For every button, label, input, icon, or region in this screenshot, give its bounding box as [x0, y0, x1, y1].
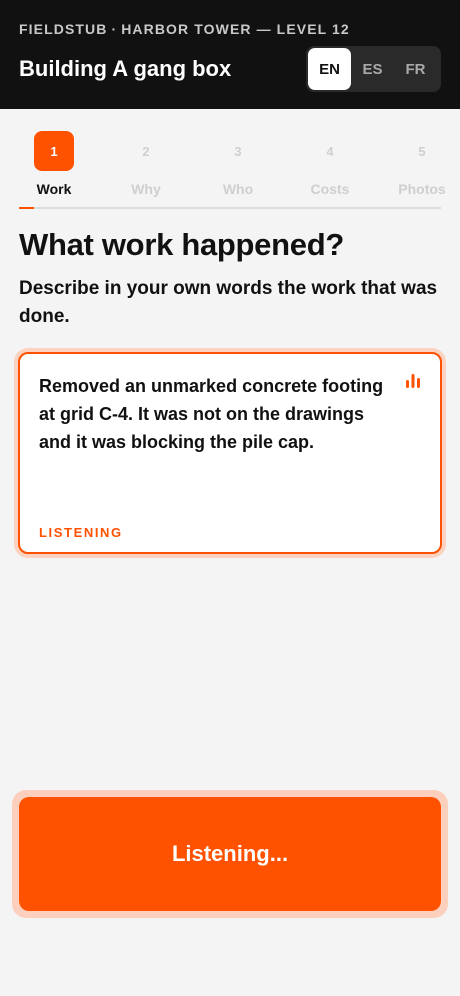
- listening-button[interactable]: Listening...: [19, 797, 441, 911]
- header-bar: FIELDSTUB · HARBOR TOWER — LEVEL 12 Buildi…: [0, 0, 460, 109]
- project-name: HARBOR TOWER — LEVEL 12: [121, 21, 350, 37]
- question-subtitle: Describe in your own words the work that…: [19, 278, 438, 327]
- step-label: Costs: [310, 181, 350, 197]
- step-work[interactable]: 1 Work: [18, 128, 90, 197]
- answer-text-box[interactable]: Removed an unmarked concrete footing at …: [18, 352, 442, 554]
- listen-button-halo: Listening...: [12, 790, 448, 918]
- step-label: Why: [131, 181, 161, 197]
- step-progress-track: [19, 207, 441, 209]
- step-number: 4: [326, 143, 334, 159]
- audio-bars-icon: [406, 374, 420, 388]
- step-who[interactable]: 3 Who: [202, 128, 274, 198]
- language-es-button[interactable]: ES: [351, 48, 394, 90]
- step-costs[interactable]: 4 Costs: [294, 128, 366, 198]
- step-label: Photos: [398, 181, 446, 197]
- org-name: FIELDSTUB: [19, 21, 108, 37]
- step-label: Work: [36, 181, 72, 197]
- step-label: Who: [222, 181, 254, 197]
- answer-transcript: Removed an unmarked concrete footing at …: [39, 376, 384, 452]
- step-number: 1: [34, 131, 74, 171]
- step-number: 2: [142, 143, 150, 159]
- language-en-button[interactable]: EN: [308, 48, 351, 90]
- step-number: 3: [234, 143, 242, 159]
- step-number: 5: [418, 143, 426, 159]
- listening-status: LISTENING: [39, 525, 123, 540]
- language-fr-button[interactable]: FR: [394, 48, 437, 90]
- step-photos[interactable]: 5 Photos: [386, 128, 458, 198]
- step-indicator: 1 Work 2 Why 3 Who 4 Costs 5 Photos: [0, 128, 460, 208]
- question-title: What work happened?: [19, 227, 344, 262]
- language-switcher: EN ES FR: [306, 46, 441, 92]
- breadcrumb-separator: ·: [111, 21, 118, 37]
- step-progress-fill: [19, 207, 34, 209]
- page-title: Building A gang box: [19, 56, 232, 81]
- project-breadcrumb: FIELDSTUB · HARBOR TOWER — LEVEL 12: [19, 21, 350, 37]
- app-root: FIELDSTUB · HARBOR TOWER — LEVEL 12 Buildi…: [0, 0, 460, 996]
- step-why[interactable]: 2 Why: [110, 128, 182, 198]
